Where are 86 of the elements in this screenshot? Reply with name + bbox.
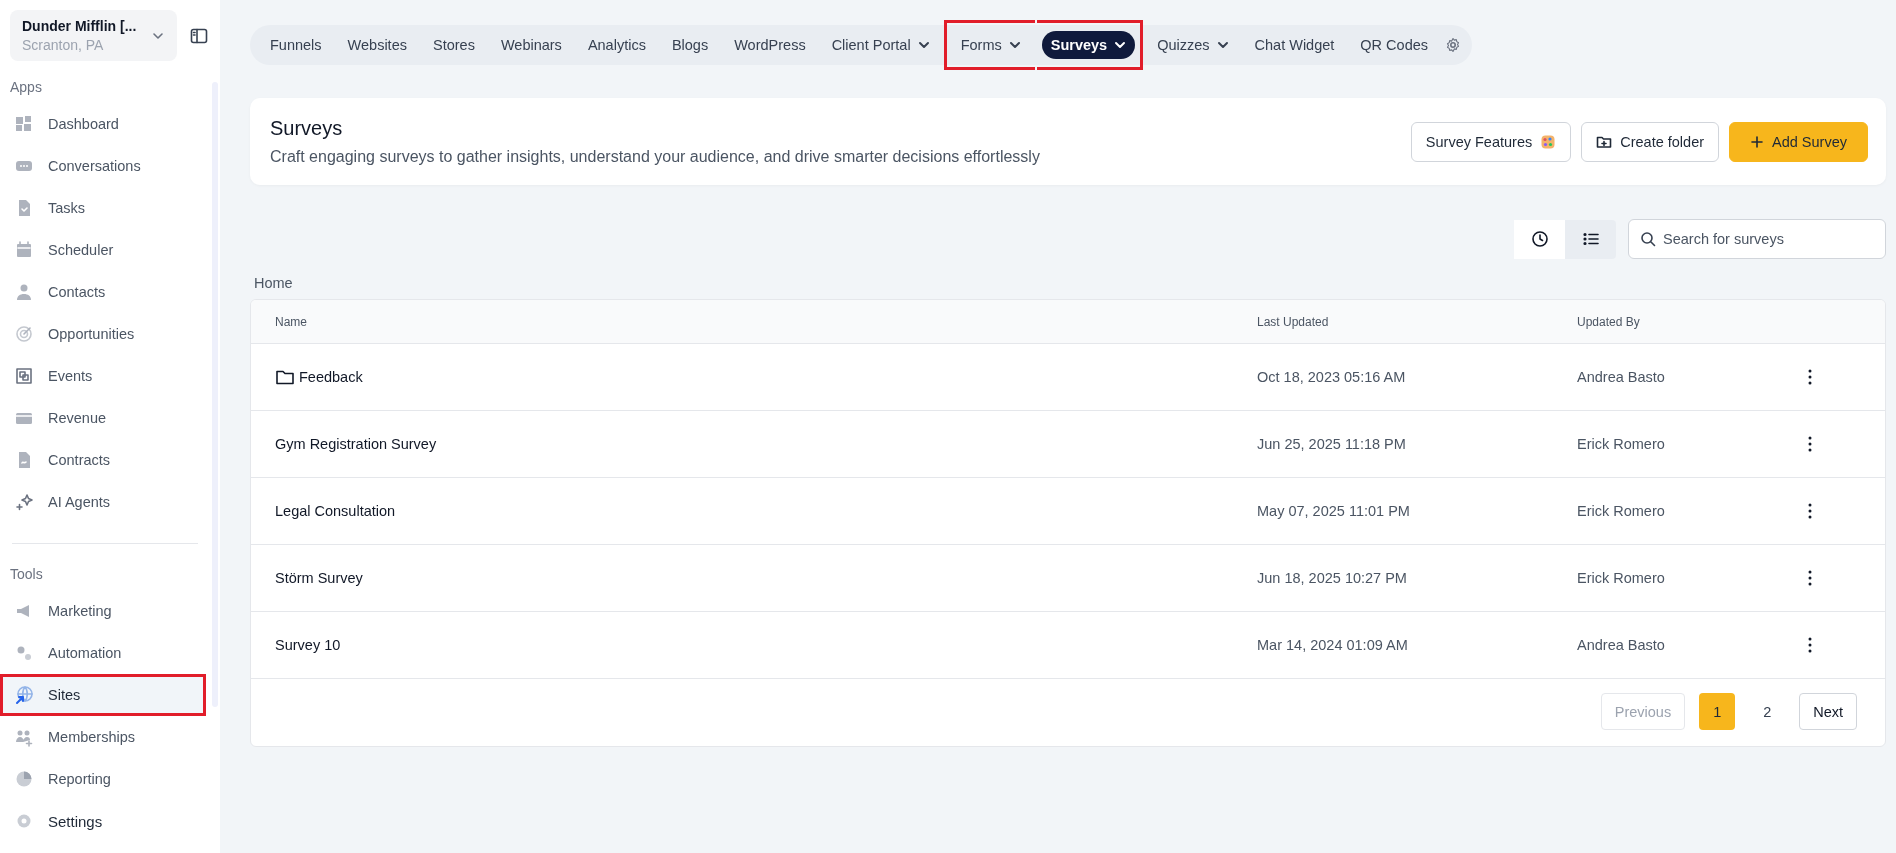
sidebar-item[interactable]: AI Agents	[0, 481, 206, 523]
search-field[interactable]: Search for surveys	[1628, 219, 1886, 259]
kebab-icon	[1808, 503, 1812, 519]
list-icon	[1581, 230, 1600, 248]
kebab-icon	[1808, 637, 1812, 653]
kebab-icon	[1808, 436, 1812, 452]
sidebar-item[interactable]: Memberships	[0, 716, 206, 758]
sidebar-item[interactable]: Contracts	[0, 439, 206, 481]
target-icon	[14, 324, 34, 344]
sidebar-item[interactable]: Contacts	[0, 271, 206, 313]
column-header: Name	[274, 314, 308, 329]
nav-tab[interactable]: Forms	[943, 20, 1035, 70]
nav-tab[interactable]: Blogs	[659, 25, 721, 65]
table-cell: Jun 18, 2025 10:27 PM	[1257, 570, 1407, 586]
table-cell: Survey 10	[275, 637, 341, 653]
sidebar-item[interactable]: Automation	[0, 632, 206, 674]
table-cell: Gym Registration Survey	[275, 436, 437, 452]
table-cell: Jun 25, 2025 11:18 PM	[1257, 436, 1406, 452]
table-cell: Erick Romero	[1577, 503, 1665, 519]
table-cell: Andrea Basto	[1577, 637, 1665, 653]
dashboard-icon	[14, 114, 34, 134]
palette-icon	[1540, 133, 1557, 150]
view-button[interactable]	[1514, 219, 1565, 259]
nav-tab[interactable]: Websites	[335, 25, 419, 65]
account-switcher[interactable]: Dunder Mifflin [... Scranton, PA	[10, 10, 177, 61]
search-icon	[1640, 231, 1656, 247]
calendar-icon	[14, 240, 34, 260]
sidebar-item[interactable]: Marketing	[0, 590, 206, 632]
chevron-down-icon	[1114, 39, 1127, 51]
event-frame-icon	[14, 366, 34, 386]
sidebar-item[interactable]: Revenue	[0, 397, 206, 439]
sidebar-item[interactable]: Dashboard	[0, 103, 206, 145]
clock-icon	[1530, 230, 1549, 248]
nav-tab[interactable]: Surveys	[1036, 20, 1144, 70]
table-cell: Erick Romero	[1577, 436, 1665, 452]
chevron-down-icon	[1008, 39, 1021, 51]
chevron-down-icon	[1216, 39, 1229, 51]
next-button[interactable]: Next	[1799, 693, 1857, 730]
page-subtitle: Craft engaging surveys to gather insights, understand your audience, and drive smarter decisions effortlessly	[270, 148, 1040, 166]
person-icon	[14, 282, 34, 302]
nav-tab[interactable]: Client Portal	[819, 25, 942, 65]
table-cell: Mar 14, 2024 01:09 AM	[1257, 637, 1408, 653]
chevron-down-icon	[917, 39, 930, 51]
sidebar-item[interactable]: Events	[0, 355, 206, 397]
table-cell: Erick Romero	[1577, 570, 1665, 586]
nav-tab[interactable]: QR Codes	[1348, 25, 1441, 65]
section-heading: Tools	[9, 565, 44, 584]
table-cell: Oct 18, 2023 05:16 AM	[1257, 369, 1406, 385]
account-name: Dunder Mifflin [...	[22, 18, 138, 34]
sidebar-item[interactable]: Tasks	[0, 187, 206, 229]
table-cell: May 07, 2025 11:01 PM	[1257, 503, 1410, 519]
nav-tab[interactable]: Webinars	[488, 25, 574, 65]
table-cell: Störm Survey	[275, 570, 363, 586]
section-heading: Apps	[9, 78, 43, 97]
nav-tab[interactable]: Quizzes	[1145, 25, 1241, 65]
nav-tab[interactable]: Funnels	[258, 25, 334, 65]
sidebar-item[interactable]: Scheduler	[0, 229, 206, 271]
sidebar-item[interactable]: Settings	[0, 800, 206, 842]
nav-tab[interactable]: WordPress	[722, 25, 818, 65]
column-header: Updated By	[1576, 314, 1641, 329]
pie-chart-icon	[14, 769, 34, 789]
header-button[interactable]: Add Survey	[1729, 121, 1868, 162]
sidebar-item[interactable]: Reporting	[0, 758, 206, 800]
header-button[interactable]: Survey Features	[1410, 121, 1572, 162]
sparkle-icon	[14, 492, 34, 512]
table-cell: Legal Consultation	[275, 503, 396, 519]
table-cell: Feedback	[299, 369, 363, 385]
header-button[interactable]: Create folder	[1581, 121, 1720, 162]
page-button[interactable]: 2	[1749, 693, 1786, 730]
sidebar-item[interactable]: Opportunities	[0, 313, 206, 355]
nav-tab[interactable]: Analytics	[575, 25, 658, 65]
kebab-icon	[1808, 570, 1812, 586]
plus-icon	[1750, 134, 1765, 149]
account-location: Scranton, PA	[22, 37, 105, 53]
nav-tab[interactable]: Chat Widget	[1242, 25, 1347, 65]
page-button[interactable]: 1	[1699, 693, 1736, 730]
nav-tab[interactable]: Stores	[420, 25, 487, 65]
sidebar-item[interactable]: Sites	[0, 674, 206, 716]
sidebar-item[interactable]: Conversations	[0, 145, 206, 187]
column-header: Last Updated	[1256, 314, 1330, 329]
breadcrumb: Home	[254, 275, 294, 291]
table-cell: Andrea Basto	[1577, 369, 1665, 385]
settings-icon	[1445, 37, 1462, 53]
kebab-icon	[1808, 369, 1812, 385]
globe-icon	[14, 685, 34, 705]
page-title: Surveys	[270, 117, 344, 140]
